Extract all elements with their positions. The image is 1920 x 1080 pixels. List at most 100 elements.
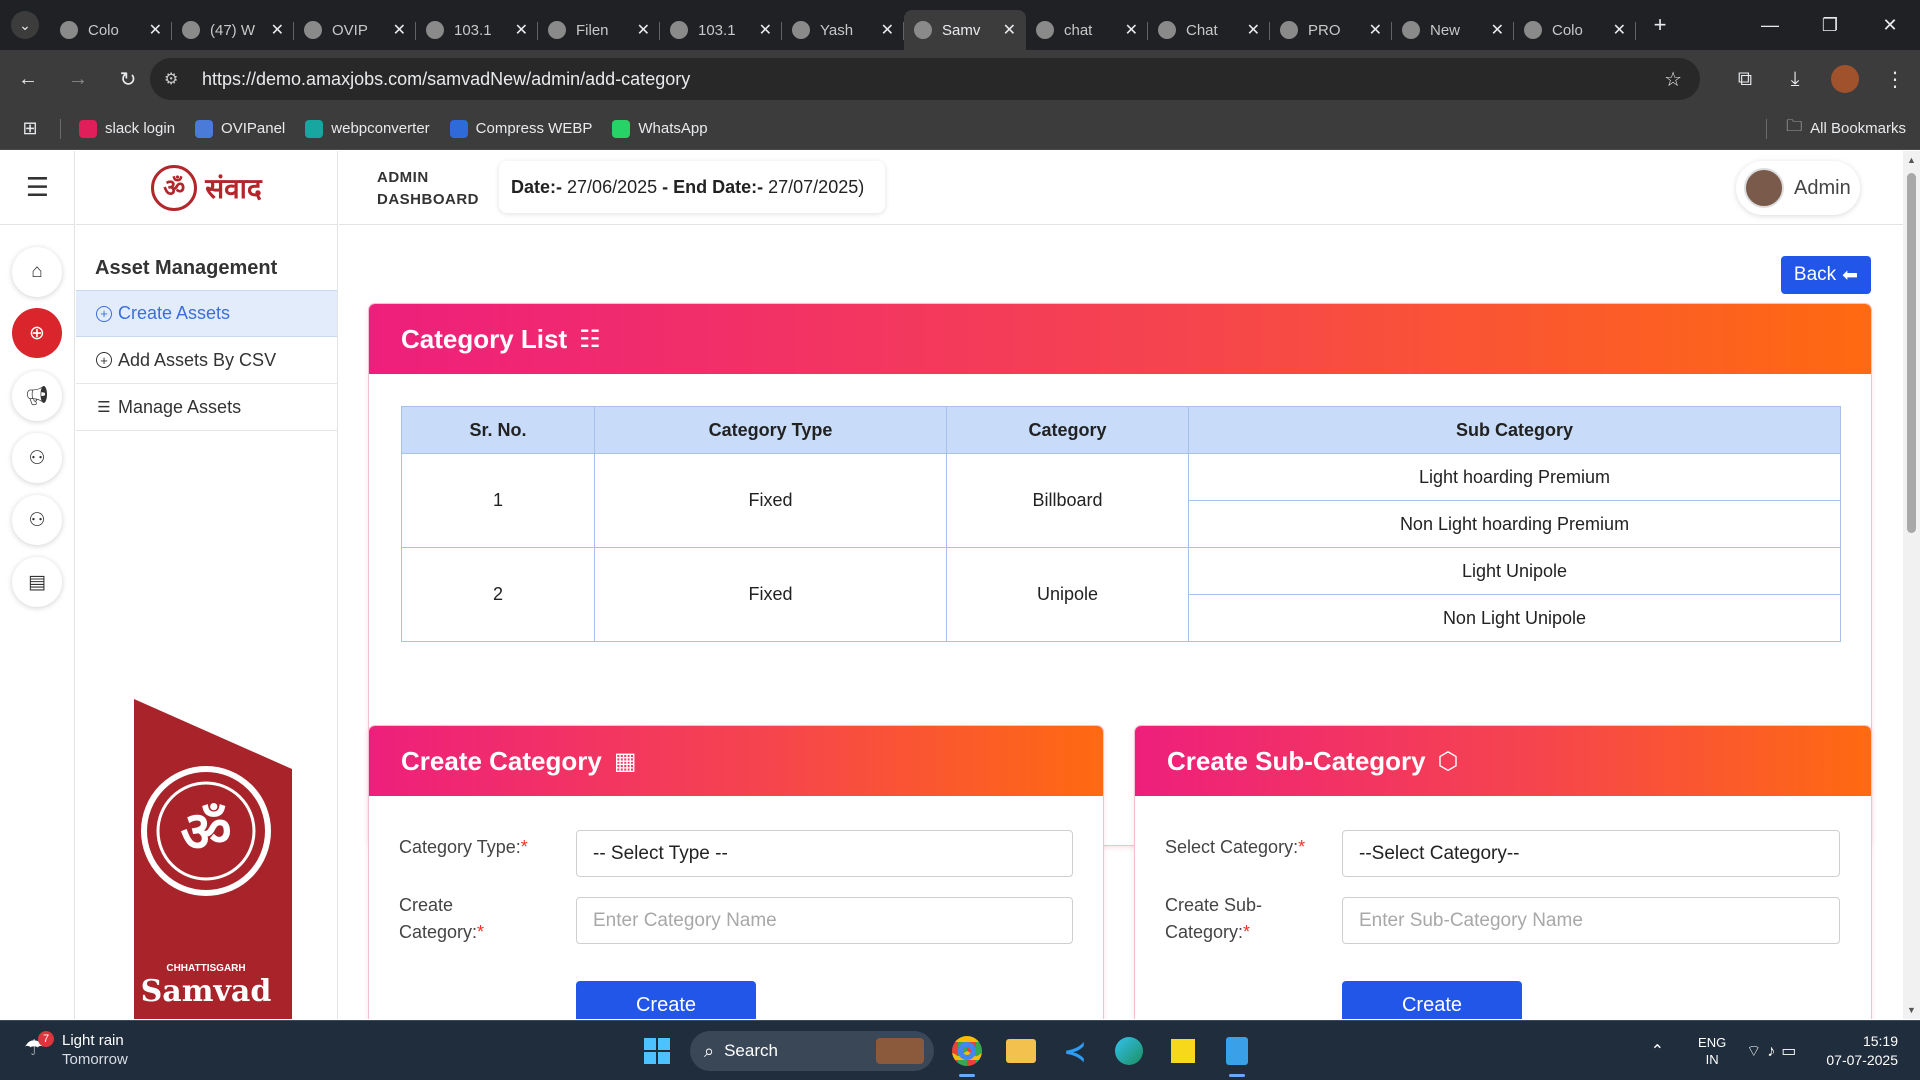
- admin-profile-menu[interactable]: Admin: [1736, 161, 1860, 215]
- browser-tab[interactable]: 103.1 ✕: [416, 10, 538, 50]
- browser-tab[interactable]: (47) W ✕: [172, 10, 294, 50]
- browser-tab[interactable]: Samv ✕: [904, 10, 1026, 50]
- hamburger-menu-icon[interactable]: ☰: [0, 151, 75, 225]
- file-explorer-icon[interactable]: [999, 1029, 1043, 1073]
- reload-button[interactable]: ↻: [106, 57, 150, 101]
- wifi-volume-battery-icons[interactable]: ⌔♪▭: [1746, 1041, 1802, 1061]
- site-info-icon[interactable]: ⚙: [164, 69, 186, 89]
- close-tab-icon[interactable]: ✕: [1369, 20, 1382, 40]
- windows-start-icon[interactable]: [635, 1029, 679, 1073]
- page-scrollbar[interactable]: ▲ ▼: [1903, 151, 1920, 1019]
- bookmark-star-icon[interactable]: ☆: [1664, 67, 1682, 92]
- new-tab-button[interactable]: +: [1642, 12, 1678, 38]
- close-tab-icon[interactable]: ✕: [759, 20, 772, 40]
- create-subcategory-card: Create Sub-Category ⬡ Select Category:* …: [1135, 726, 1871, 1019]
- close-tab-icon[interactable]: ✕: [1247, 20, 1260, 40]
- sidebar-item-create-assets[interactable]: + Create Assets: [76, 290, 337, 337]
- required-mark: *: [1298, 837, 1306, 857]
- chevron-up-icon[interactable]: ⌃: [1651, 1041, 1664, 1061]
- chrome-icon[interactable]: [945, 1029, 989, 1077]
- browser-tab[interactable]: Colo ✕: [1514, 10, 1636, 50]
- browser-tab[interactable]: Colo ✕: [50, 10, 172, 50]
- browser-tab[interactable]: 103.1 ✕: [660, 10, 782, 50]
- scroll-thumb[interactable]: [1907, 173, 1916, 533]
- maximize-button[interactable]: ❐: [1800, 0, 1860, 50]
- subcategory-name-input[interactable]: Enter Sub-Category Name: [1342, 897, 1840, 944]
- back-button[interactable]: Back ⬅: [1781, 256, 1871, 294]
- close-tab-icon[interactable]: ✕: [881, 20, 894, 40]
- category-name-input[interactable]: Enter Category Name: [576, 897, 1073, 944]
- close-tab-icon[interactable]: ✕: [1613, 20, 1626, 40]
- apps-grid-icon[interactable]: ⊞: [0, 118, 60, 139]
- folder-icon: [548, 21, 566, 39]
- top-header: ADMIN DASHBOARD Date:- 27/06/2025 - End …: [339, 151, 1920, 225]
- user-icon[interactable]: ⚇: [12, 433, 62, 483]
- browser-tab[interactable]: Chat ✕: [1148, 10, 1270, 50]
- arrow-left-icon: ⬅: [1842, 264, 1859, 286]
- url-bar[interactable]: ⚙ https://demo.amaxjobs.com/samvadNew/ad…: [150, 58, 1700, 100]
- close-tab-icon[interactable]: ✕: [271, 20, 284, 40]
- taskbar-search[interactable]: ⌕ Search: [690, 1031, 934, 1071]
- close-tab-icon[interactable]: ✕: [515, 20, 528, 40]
- tab-search-button[interactable]: ⌄: [0, 0, 50, 50]
- create-subcategory-button[interactable]: Create: [1342, 981, 1522, 1019]
- back-nav-button[interactable]: ←: [6, 57, 50, 101]
- scroll-down-icon[interactable]: ▼: [1903, 1001, 1920, 1019]
- vscode-icon[interactable]: ≺: [1053, 1029, 1097, 1073]
- bookmark-label: WhatsApp: [638, 120, 708, 137]
- bookmark-item[interactable]: Compress WEBP: [449, 119, 592, 138]
- category-table: Sr. No. Category Type Category Sub Categ…: [401, 406, 1841, 642]
- weather-condition: Light rain: [62, 1032, 124, 1049]
- all-bookmarks-button[interactable]: 🗀 All Bookmarks: [1766, 115, 1906, 142]
- bookmark-list: slack login OVIPanel webpconverter Compress…: [79, 119, 728, 138]
- more-menu-icon[interactable]: ⋮: [1873, 57, 1917, 101]
- weather-widget[interactable]: ☂ 7 Light rain Tomorrow: [24, 1031, 128, 1069]
- close-tab-icon[interactable]: ✕: [149, 20, 162, 40]
- cell-category: Unipole: [946, 547, 1189, 642]
- brand-logo[interactable]: ॐ संवाद: [76, 151, 337, 225]
- close-tab-icon[interactable]: ✕: [393, 20, 406, 40]
- bookmark-item[interactable]: OVIPanel: [195, 119, 285, 138]
- notepad-icon[interactable]: [1215, 1029, 1259, 1077]
- create-category-button[interactable]: Create: [576, 981, 756, 1019]
- close-window-button[interactable]: ✕: [1860, 0, 1920, 50]
- download-icon[interactable]: ⤓: [1773, 57, 1817, 101]
- col-sub-category: Sub Category: [1188, 406, 1841, 454]
- clock[interactable]: 15:19 07-07-2025: [1826, 1032, 1898, 1070]
- forward-nav-button[interactable]: →: [56, 57, 100, 101]
- extensions-icon[interactable]: ⧉: [1723, 57, 1767, 101]
- sidebar-item-add-assets-csv[interactable]: + Add Assets By CSV: [76, 337, 337, 384]
- home-icon[interactable]: ⌂: [12, 247, 62, 297]
- select-value: --Select Category--: [1359, 842, 1520, 864]
- browser-tab[interactable]: Filen ✕: [538, 10, 660, 50]
- sidebar-item-manage-assets[interactable]: ☰ Manage Assets: [76, 384, 337, 431]
- add-circle-icon[interactable]: ⊕: [12, 308, 62, 358]
- category-type-select[interactable]: -- Select Type --: [576, 830, 1073, 877]
- minimize-button[interactable]: —: [1740, 0, 1800, 50]
- select-category-select[interactable]: --Select Category--: [1342, 830, 1840, 877]
- bookmark-item[interactable]: WhatsApp: [612, 119, 708, 138]
- bookmark-item[interactable]: webpconverter: [305, 119, 430, 138]
- megaphone-icon[interactable]: 📢︎: [12, 371, 62, 421]
- scroll-up-icon[interactable]: ▲: [1903, 151, 1920, 169]
- browser-tab[interactable]: chat ✕: [1026, 10, 1148, 50]
- yahoo-icon: [1036, 21, 1054, 39]
- close-tab-icon[interactable]: ✕: [1491, 20, 1504, 40]
- sidebar: ॐ संवाद Asset Management + Create Assets…: [76, 151, 338, 1019]
- sidebar-item-label: Add Assets By CSV: [118, 349, 277, 370]
- browser-tab[interactable]: Yash ✕: [782, 10, 904, 50]
- edge-icon[interactable]: [1107, 1029, 1151, 1073]
- sticky-notes-icon[interactable]: [1161, 1029, 1205, 1073]
- browser-tab[interactable]: OVIP ✕: [294, 10, 416, 50]
- close-tab-icon[interactable]: ✕: [637, 20, 650, 40]
- close-tab-icon[interactable]: ✕: [1003, 20, 1016, 40]
- close-tab-icon[interactable]: ✕: [1125, 20, 1138, 40]
- document-icon[interactable]: ▤: [12, 557, 62, 607]
- label-line-1: Create: [399, 895, 454, 915]
- profile-button[interactable]: [1823, 57, 1867, 101]
- bookmark-item[interactable]: slack login: [79, 119, 175, 138]
- browser-tab[interactable]: New ✕: [1392, 10, 1514, 50]
- language-indicator[interactable]: ENG IN: [1698, 1034, 1726, 1068]
- browser-tab[interactable]: PRO ✕: [1270, 10, 1392, 50]
- user-icon-2[interactable]: ⚇: [12, 495, 62, 545]
